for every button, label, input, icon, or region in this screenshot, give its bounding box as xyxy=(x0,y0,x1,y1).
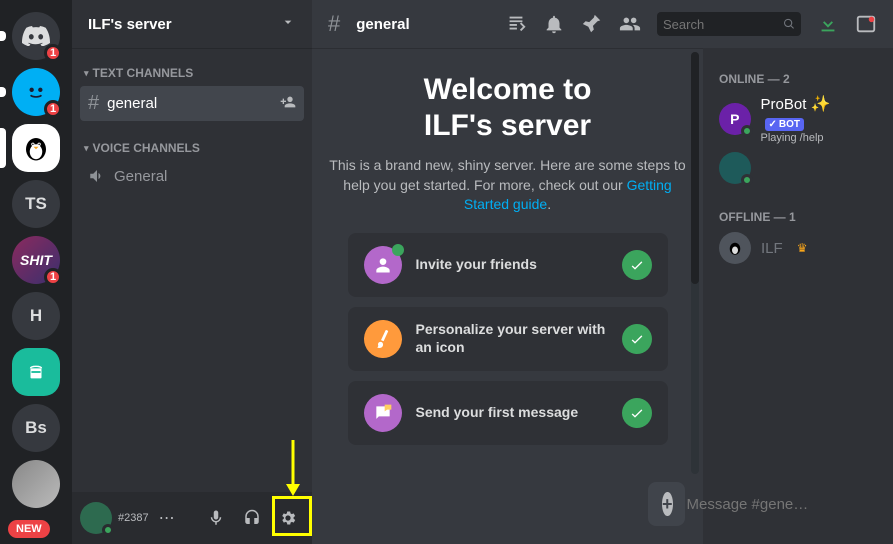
member-status: Playing /help xyxy=(761,132,877,144)
deafen-button[interactable] xyxy=(236,502,268,534)
penguin-icon xyxy=(726,239,744,257)
create-invite-icon[interactable] xyxy=(280,94,296,113)
server-badge-1: 1 xyxy=(44,100,62,118)
server-item-5[interactable]: H xyxy=(12,292,60,340)
members-online-header: ONLINE — 2 xyxy=(711,64,885,90)
main-area: # general Welcome toILF's server This is… xyxy=(312,0,893,544)
paint-icon xyxy=(358,314,407,363)
welcome-body: This is a brand new, shiny server. Here … xyxy=(328,156,687,215)
server-item-6[interactable] xyxy=(12,348,60,396)
pinned-button[interactable] xyxy=(581,13,603,35)
people-icon xyxy=(619,13,641,35)
card-send-message[interactable]: Send your first message xyxy=(348,381,668,445)
server-item-7[interactable]: Bs xyxy=(12,404,60,452)
bot-tag: ✓BOT xyxy=(765,118,805,131)
penguin-icon xyxy=(21,133,51,163)
chat-area: Welcome toILF's server This is a brand n… xyxy=(312,48,703,544)
member-probot[interactable]: P ProBot ✨ ✓BOT Playing /help xyxy=(711,90,885,148)
face-icon xyxy=(23,79,49,105)
chevron-down-icon xyxy=(280,14,296,35)
search-box[interactable] xyxy=(657,12,801,36)
invite-icon xyxy=(364,246,402,284)
home-button[interactable]: 1 xyxy=(12,12,60,60)
check-icon xyxy=(622,250,652,280)
threads-button[interactable] xyxy=(505,13,527,35)
download-icon xyxy=(817,13,839,35)
sparkle-icon: ✨ xyxy=(811,96,831,113)
speaker-icon xyxy=(88,167,106,185)
member-ilf[interactable]: ILF ♛ xyxy=(711,228,885,268)
notifications-button[interactable] xyxy=(543,13,565,35)
user-panel: #2387 ⋯ xyxy=(72,492,312,544)
bucket-icon xyxy=(25,361,47,383)
check-icon xyxy=(622,324,652,354)
check-icon xyxy=(622,398,652,428)
channel-title: general xyxy=(356,16,409,33)
search-input[interactable] xyxy=(663,17,779,32)
card-personalize[interactable]: Personalize your server with an icon xyxy=(348,307,668,371)
mute-button[interactable] xyxy=(200,502,232,534)
inbox-icon xyxy=(855,13,877,35)
status-online-icon xyxy=(102,524,114,536)
chat-scrollbar[interactable] xyxy=(691,52,699,474)
user-discriminator: #2387 xyxy=(118,512,149,524)
channel-general[interactable]: # general xyxy=(80,86,304,121)
category-voice-channels[interactable]: ▾ VOICE CHANNELS xyxy=(80,137,304,159)
search-icon xyxy=(783,17,795,31)
server-rail: 1 1 TS SHIT 1 H Bs NEW xyxy=(0,0,72,544)
more-icon[interactable]: ⋯ xyxy=(159,508,175,528)
member-self[interactable] xyxy=(711,148,885,188)
member-list-button[interactable] xyxy=(619,13,641,35)
server-item-1[interactable]: 1 xyxy=(12,68,60,116)
server-item-4[interactable]: SHIT 1 xyxy=(12,236,60,284)
members-offline-header: OFFLINE — 1 xyxy=(711,202,885,228)
avatar: P xyxy=(719,103,751,135)
microphone-icon xyxy=(207,509,225,527)
gear-icon xyxy=(279,509,297,527)
crown-icon: ♛ xyxy=(797,241,808,255)
hash-icon: # xyxy=(88,92,99,115)
server-badge-4: 1 xyxy=(44,268,62,286)
card-invite-friends[interactable]: Invite your friends xyxy=(348,233,668,297)
headphones-icon xyxy=(243,509,261,527)
avatar xyxy=(719,232,751,264)
message-composer: + GIF xyxy=(648,482,685,526)
threads-icon xyxy=(505,13,527,35)
welcome-heading: Welcome toILF's server xyxy=(328,72,687,144)
download-button[interactable] xyxy=(817,13,839,35)
category-text-channels[interactable]: ▾ TEXT CHANNELS xyxy=(80,62,304,84)
chat-icon xyxy=(364,394,402,432)
channel-topbar: # general xyxy=(312,0,893,48)
inbox-button[interactable] xyxy=(855,13,877,35)
chevron-down-icon: ▾ xyxy=(84,68,89,79)
member-list: ONLINE — 2 P ProBot ✨ ✓BOT Playing /help xyxy=(703,48,893,544)
channel-sidebar: ILF's server ▾ TEXT CHANNELS # general ▾… xyxy=(72,0,312,544)
avatar xyxy=(719,152,751,184)
chevron-down-icon: ▾ xyxy=(84,143,89,154)
user-avatar[interactable] xyxy=(80,502,112,534)
pin-icon xyxy=(581,13,603,35)
server-item-2[interactable] xyxy=(12,124,60,172)
message-input[interactable] xyxy=(687,496,886,513)
new-badge: NEW xyxy=(8,520,50,538)
user-settings-button[interactable] xyxy=(272,502,304,534)
attach-button[interactable]: + xyxy=(662,492,673,516)
server-item-3[interactable]: TS xyxy=(12,180,60,228)
server-name: ILF's server xyxy=(88,16,172,33)
bell-icon xyxy=(543,13,565,35)
discord-logo-icon xyxy=(22,26,50,46)
server-item-8[interactable] xyxy=(12,460,60,508)
home-badge: 1 xyxy=(44,44,62,62)
voice-channel-general[interactable]: General xyxy=(80,161,304,191)
server-header[interactable]: ILF's server xyxy=(72,0,312,48)
hash-icon: # xyxy=(328,11,340,37)
